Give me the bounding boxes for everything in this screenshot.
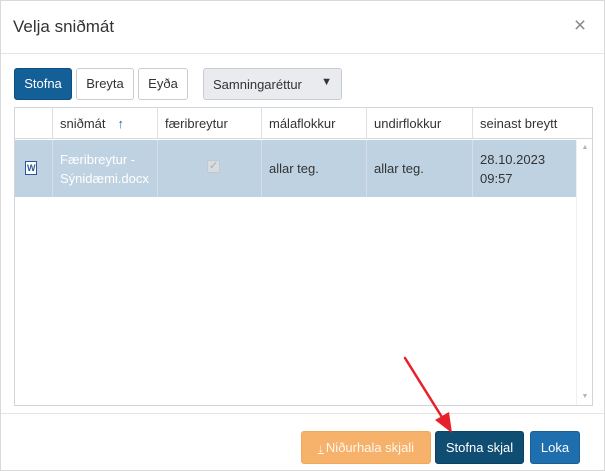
row-case-category-cell: allar teg.: [261, 140, 366, 197]
subcategory-value: allar teg.: [374, 161, 424, 176]
dialog-header: Velja sniðmát ×: [1, 1, 604, 54]
create-template-button[interactable]: Stofna: [14, 68, 72, 100]
sort-ascending-icon: ↑: [117, 116, 125, 131]
template-name: Færibreytur - Sýnidæmi.docx: [60, 152, 149, 186]
select-template-dialog: Velja sniðmát × Stofna Breyta Eyða Samni…: [0, 0, 605, 471]
delete-template-button[interactable]: Eyða: [138, 68, 188, 100]
dialog-footer: ↓ Niðurhala skjali Stofna skjal Loka: [1, 413, 604, 471]
table-scrollbar[interactable]: ▲ ▼: [576, 140, 592, 405]
download-document-label: Niðurhala skjali: [325, 440, 415, 455]
edit-template-button[interactable]: Breyta: [76, 68, 134, 100]
header-case-category[interactable]: málaflokkur: [261, 108, 366, 139]
header-subcategory[interactable]: undirflokkur: [366, 108, 472, 139]
header-last-modified[interactable]: seinast breytt: [472, 108, 592, 139]
caret-down-icon: ▼: [321, 76, 332, 88]
table-row[interactable]: W Færibreytur - Sýnidæmi.docx ✓ allar te…: [15, 140, 576, 197]
dialog-title: Velja sniðmát: [13, 17, 115, 36]
create-document-button[interactable]: Stofna skjal: [435, 431, 524, 464]
row-template-cell: Færibreytur - Sýnidæmi.docx: [52, 140, 157, 197]
row-icon-cell: W: [15, 140, 52, 197]
check-icon: ✓: [209, 160, 219, 172]
header-template-label: sniðmát: [60, 116, 106, 131]
close-button[interactable]: Loka: [530, 431, 580, 464]
row-parameters-cell: ✓: [157, 140, 261, 197]
row-subcategory-cell: allar teg.: [366, 140, 472, 197]
scroll-up-icon[interactable]: ▲: [580, 143, 590, 153]
header-icon-column: [15, 108, 52, 139]
close-icon[interactable]: ×: [570, 15, 590, 37]
parameters-checkbox: ✓: [207, 160, 220, 173]
scroll-down-icon[interactable]: ▼: [580, 392, 590, 402]
case-category-value: allar teg.: [269, 161, 319, 176]
word-document-icon-letter: W: [27, 163, 36, 173]
download-document-button[interactable]: ↓ Niðurhala skjali: [301, 431, 431, 464]
table-header: sniðmát ↑ færibreytur málaflokkur undirfl…: [15, 108, 592, 139]
templates-table: sniðmát ↑ færibreytur málaflokkur undirfl…: [14, 107, 593, 406]
category-select[interactable]: Samningaréttur ▼: [203, 68, 342, 100]
last-modified-value: 28.10.2023 09:57: [480, 152, 546, 186]
word-document-icon: W: [25, 161, 37, 175]
download-icon: ↓: [317, 441, 324, 455]
row-last-modified-cell: 28.10.2023 09:57: [472, 140, 576, 197]
header-template[interactable]: sniðmát ↑: [52, 108, 157, 139]
header-parameters[interactable]: færibreytur: [157, 108, 261, 139]
category-select-value: Samningaréttur: [213, 77, 302, 92]
